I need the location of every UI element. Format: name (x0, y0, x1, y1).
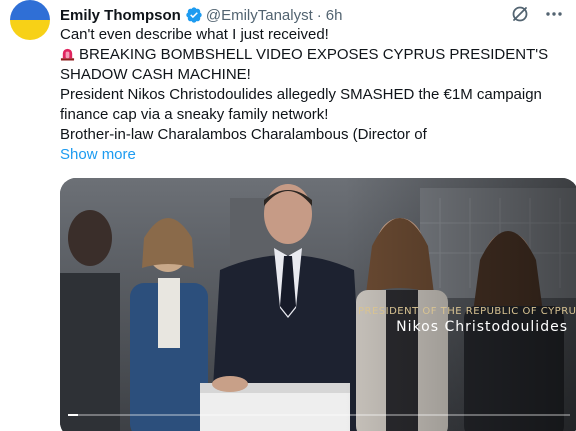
tweet-line: finance cap via a sneaky family network! (60, 106, 329, 123)
caption-name: Nikos Christodoulides (396, 319, 568, 335)
tweet-line: Brother-in-law Charalambos Charalambous … (60, 126, 427, 143)
video-player[interactable]: PRESIDENT OF THE REPUBLIC OF CYPRUS Niko… (60, 178, 576, 431)
verified-badge-icon (185, 6, 203, 24)
avatar-flag-yellow (10, 20, 50, 40)
video-progress-bar[interactable] (68, 414, 570, 416)
video-progress-fill (68, 414, 79, 416)
tweet-line-breaking: BREAKING BOMBSHELL VIDEO EXPOSES CYPRUS … (60, 45, 560, 65)
grok-icon[interactable] (510, 4, 530, 24)
more-icon[interactable] (544, 4, 564, 24)
header-actions (510, 4, 564, 24)
show-more-link[interactable]: Show more (60, 146, 136, 163)
caption-title: PRESIDENT OF THE REPUBLIC OF CYPRUS (358, 306, 576, 317)
tweet-line: President Nikos Christodoulides allegedl… (60, 86, 542, 103)
handle[interactable]: @EmilyTanalyst (206, 7, 313, 24)
tweet-line: BREAKING BOMBSHELL VIDEO EXPOSES CYPRUS … (79, 46, 549, 63)
siren-icon (60, 46, 75, 61)
display-name[interactable]: Emily Thompson (60, 7, 181, 24)
tweet-card[interactable]: Emily Thompson @EmilyTanalyst · 6h Can't… (0, 0, 576, 431)
separator-dot: · (316, 6, 322, 24)
video-frame (60, 178, 576, 431)
tweet-text: Can't even describe what I just received… (60, 25, 560, 145)
avatar-flag-blue (10, 0, 50, 20)
tweet-line: SHADOW CASH MACHINE! (60, 66, 251, 83)
tweet-line: Can't even describe what I just received… (60, 26, 329, 43)
avatar[interactable] (10, 0, 50, 40)
timestamp[interactable]: 6h (326, 7, 343, 24)
video-caption: PRESIDENT OF THE REPUBLIC OF CYPRUS Niko… (358, 306, 576, 335)
tweet-header: Emily Thompson @EmilyTanalyst · 6h (60, 4, 566, 26)
